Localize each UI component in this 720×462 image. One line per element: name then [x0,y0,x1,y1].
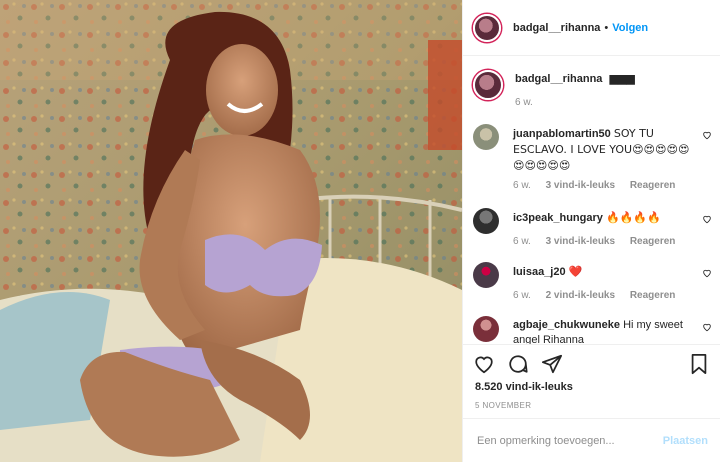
comment-likes[interactable]: 3 vind-ik-leuks [546,236,615,247]
caption-username[interactable]: badgal__rihanna [515,73,602,85]
reply-button[interactable]: Reageren [630,180,676,191]
like-heart-icon[interactable] [473,353,495,375]
reply-button[interactable]: Reageren [630,290,676,301]
add-comment-input[interactable] [475,433,663,448]
like-comment-heart-icon[interactable] [702,130,712,140]
commenter-avatar[interactable] [473,124,499,150]
author-username[interactable]: badgal__rihanna [513,22,600,34]
caption: badgal__rihanna ▆▆▆ 6 w. [463,56,720,122]
comment-bubble-icon[interactable] [507,353,529,375]
like-comment-heart-icon[interactable] [702,322,712,332]
comment-item: luisaa_j20 ❤️ 6 w. 2 vind-ik-leuks Reage… [463,262,720,318]
commenter-username[interactable]: luisaa_j20 [513,266,566,278]
bookmark-icon[interactable] [688,353,710,375]
caption-text: ▆▆▆ [609,73,635,85]
instagram-post-modal: badgal__rihanna • Volgen badgal__rihanna… [0,0,720,462]
post-sidebar: badgal__rihanna • Volgen badgal__rihanna… [462,0,720,462]
post-image-illustration [0,0,462,462]
comment-item: juanpablomartin50 SOY TU ESCLAVO. I LOVE… [463,124,720,210]
share-paper-plane-icon[interactable] [541,353,563,375]
comment-likes[interactable]: 3 vind-ik-leuks [546,180,615,191]
separator-dot: • [604,21,609,34]
like-comment-heart-icon[interactable] [702,214,712,224]
like-comment-heart-icon[interactable] [702,268,712,278]
post-actions [463,344,720,382]
comment-time: 6 w. [513,290,531,301]
comment-time: 6 w. [513,236,531,247]
post-header: badgal__rihanna • Volgen [463,0,720,56]
add-comment-bar: Plaatsen [463,418,720,462]
comment-item: ic3peak_hungary 🔥🔥🔥🔥 6 w. 3 vind-ik-leuk… [463,208,720,264]
commenter-avatar[interactable] [473,208,499,234]
author-avatar[interactable] [473,13,501,42]
comment-item: agbaje_chukwuneke Hi my sweet angel Riha… [463,316,720,344]
commenter-username[interactable]: juanpablomartin50 [513,128,611,140]
comment-text: 🔥🔥🔥🔥 [605,211,661,224]
caption-avatar[interactable] [473,70,503,100]
commenter-avatar[interactable] [473,316,499,342]
post-date: 5 NOVEMBER [475,401,532,410]
reply-button[interactable]: Reageren [630,236,676,247]
comment-time: 6 w. [513,180,531,191]
likes-count[interactable]: 8.520 vind-ik-leuks [475,381,573,393]
caption-time: 6 w. [515,97,533,108]
comment-text: ❤️ [568,265,583,278]
commenter-username[interactable]: ic3peak_hungary [513,212,603,224]
comment-likes[interactable]: 2 vind-ik-leuks [546,290,615,301]
commenter-avatar[interactable] [473,262,499,288]
commenter-username[interactable]: agbaje_chukwuneke [513,319,620,331]
post-comment-button[interactable]: Plaatsen [663,435,708,447]
post-photo[interactable] [0,0,462,462]
follow-button[interactable]: Volgen [612,22,648,34]
comments-list[interactable]: badgal__rihanna ▆▆▆ 6 w. juanpablomartin… [463,56,720,344]
